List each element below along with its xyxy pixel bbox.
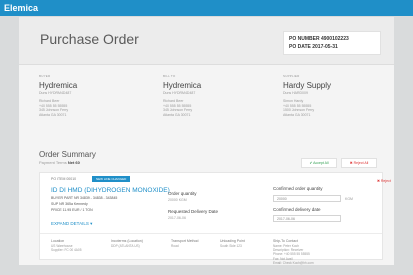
party-duns: Duns HYDRM4D487 <box>39 91 72 95</box>
location-supplier: Supplier: FC 00 4A05 <box>51 248 82 253</box>
confirmed-quantity-input[interactable]: 20000 <box>273 195 341 202</box>
top-bar: Elemica <box>0 0 413 16</box>
party-name: Hardy Supply <box>283 81 332 90</box>
supplier-block: SUPPLIER Hardy Supply Duns HARD009 Simon… <box>283 74 393 117</box>
payment-terms-value: Net 60 <box>67 160 80 165</box>
reject-line-link[interactable]: ✖ Reject <box>377 179 391 183</box>
po-info-box: PO NUMBER 4900102223 PO DATE 2017-05-31 <box>283 31 381 55</box>
reject-all-button[interactable]: ✖ Reject All <box>341 158 377 168</box>
po-item-number: PO ITEM 00010 <box>51 177 77 181</box>
confirmed-quantity-label: Confirmed order quantity <box>273 186 323 191</box>
payment-terms-label: Payment Terms <box>39 160 67 165</box>
po-date: PO DATE 2017-05-31 <box>289 44 338 50</box>
incoterms-column: Incoterms (Location) DDP (ATLANTA US) <box>111 239 143 248</box>
party-city: Atlanta GA 30071 <box>39 112 67 117</box>
party-name: Hydremica <box>39 81 78 90</box>
unit-price: PRICE 11.95 EUR / 1 TON <box>51 208 93 212</box>
app-logo[interactable]: Elemica <box>4 3 38 13</box>
column-value: South Side 123 <box>220 244 242 248</box>
column-header: Ship-To Contact <box>273 239 298 243</box>
party-city: Atlanta GA 30071 <box>163 112 191 117</box>
column-header: Unloading Point <box>220 239 245 243</box>
party-label: BILL TO <box>163 74 176 78</box>
party-address: Simon Hardy +40 555 55 55555 1500 Johnso… <box>283 99 393 117</box>
ship-to-contact-column: Ship-To Contact Name: Peter Koch Descrip… <box>273 239 314 265</box>
contact-email[interactable]: Email: Check Koch@hh.com <box>273 261 314 265</box>
order-quantity-label: Order quantity <box>168 191 197 196</box>
buyer-block: BUYER Hydremica Duns HYDRM4D487 Richard … <box>39 74 149 117</box>
column-value: Road <box>171 244 179 248</box>
transport-column: Transport Method Road <box>171 239 199 248</box>
party-label: BUYER <box>39 74 51 78</box>
column-header: Location <box>51 239 65 243</box>
line-item-card: PO ITEM 00010 NEW LINE CHANGED ID DI HMD… <box>39 172 391 265</box>
party-address: Richard Beer +40 555 55 55555 345 Johnso… <box>39 99 149 117</box>
bill-to-block: BILL TO Hydremica Duns HYDRM4D487 Richar… <box>163 74 273 117</box>
party-duns: Duns HYDRM4D487 <box>163 91 196 95</box>
column-header: Incoterms (Location) <box>111 239 143 243</box>
order-quantity-value: 20000 KGM <box>168 198 187 202</box>
accept-all-button[interactable]: ✔ Accept All <box>301 158 337 168</box>
party-city: Atlanta GA 30071 <box>283 112 311 117</box>
divider <box>40 233 382 234</box>
column-value: Name: Peter Koch Description: Receiver P… <box>273 244 314 265</box>
confirmed-date-input[interactable]: 2017-06-06 <box>273 215 341 222</box>
party-label: SUPPLIER <box>283 74 300 78</box>
purchase-order-sheet: Purchase Order PO NUMBER 4900102223 PO D… <box>19 17 394 265</box>
confirmed-date-label: Confirmed delivery date <box>273 207 321 212</box>
status-badge: NEW LINE CHANGED <box>92 176 131 182</box>
column-value: DDP (ATLANTA US) <box>111 244 140 248</box>
party-name: Hydremica <box>163 81 202 90</box>
contact-phone: Phone: +40 555 55 55555 <box>273 252 310 257</box>
order-header: Purchase Order PO NUMBER 4900102223 PO D… <box>19 17 394 65</box>
column-value: US Warehouse Supplier: FC 00 4A05 <box>51 244 81 252</box>
confirmed-quantity-unit: KGM <box>345 197 353 201</box>
order-summary-title: Order Summary <box>39 150 96 159</box>
column-header: Transport Method <box>171 239 199 243</box>
party-address: Richard Beer +40 555 55 55555 345 Johnso… <box>163 99 273 117</box>
payment-terms: Payment Terms Net 60 <box>39 160 80 165</box>
unloading-column: Unloading Point South Side 123 <box>220 239 245 248</box>
location-column: Location US Warehouse Supplier: FC 00 4A… <box>51 239 81 252</box>
supplier-part-number: SUP NR 365a Kennedy <box>51 202 88 206</box>
po-number: PO NUMBER 4900102223 <box>289 36 349 42</box>
product-name[interactable]: ID DI HMD (DIHYDROGEN MONOXIDE) <box>51 187 170 194</box>
page-title: Purchase Order <box>40 31 139 47</box>
requested-date-label: Requested Delivery Date <box>168 209 219 214</box>
expand-details-link[interactable]: EXPAND DETAILS ▾ <box>51 221 92 227</box>
requested-date-value: 2017-06-06 <box>168 216 186 220</box>
buyer-part-number: BUYER PART NR 34839 - 34838 - 343845 <box>51 196 118 200</box>
party-duns: Duns HARD009 <box>283 91 308 95</box>
